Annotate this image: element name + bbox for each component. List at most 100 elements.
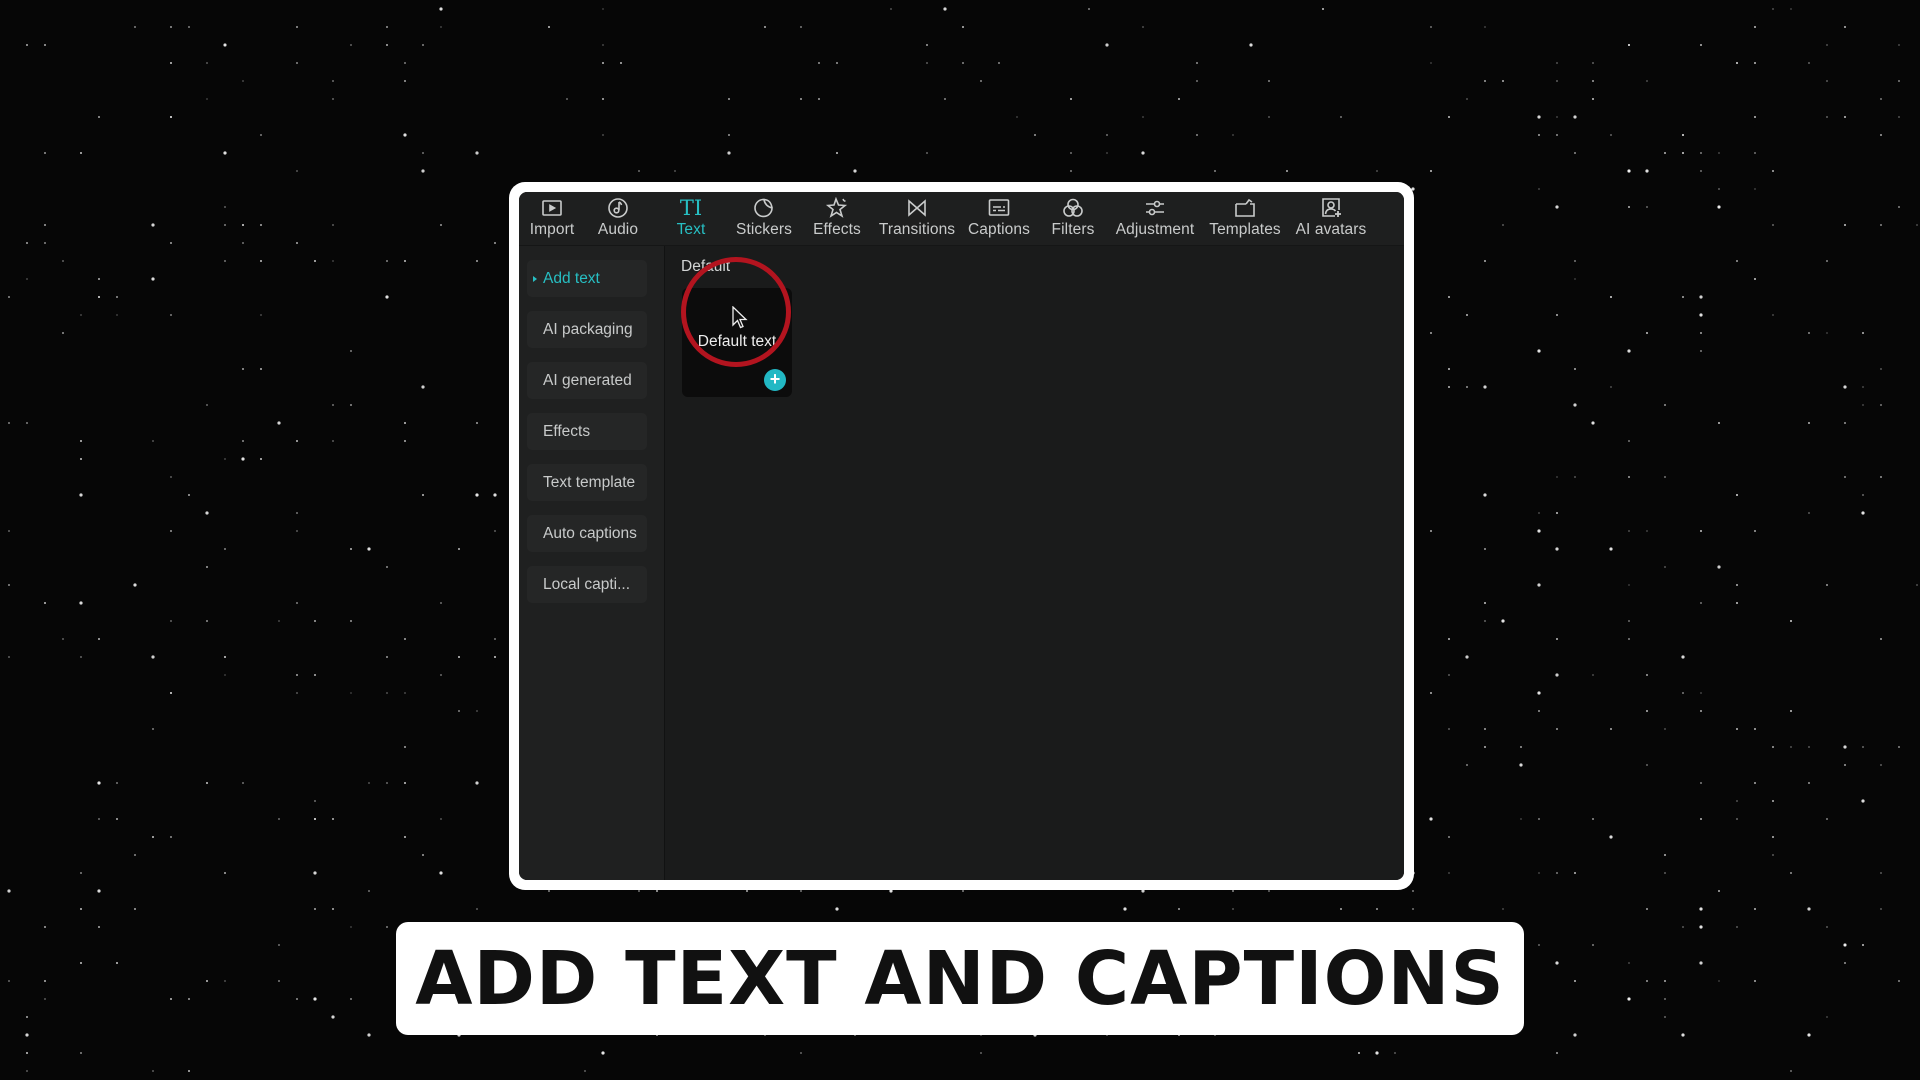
tab-transitions[interactable]: Transitions bbox=[873, 192, 961, 240]
star-dot bbox=[8, 980, 10, 982]
star-dot bbox=[1880, 476, 1882, 478]
app-window-frame: Import Audio TI Text Stickers Effects Tr… bbox=[509, 182, 1414, 890]
star-dot bbox=[80, 962, 82, 964]
star-dot bbox=[1556, 872, 1558, 874]
sidebar-item-local-captions[interactable]: Local capti... bbox=[527, 566, 647, 603]
sidebar-item-effects[interactable]: Effects bbox=[527, 413, 647, 450]
tab-captions[interactable]: Captions bbox=[961, 192, 1037, 240]
star-dot bbox=[1628, 476, 1630, 478]
star-dot bbox=[44, 44, 46, 46]
star-dot bbox=[475, 781, 479, 785]
star-dot bbox=[1772, 170, 1774, 172]
star-dot bbox=[1627, 997, 1631, 1001]
star-dot bbox=[8, 530, 10, 532]
star-dot bbox=[79, 493, 83, 497]
star-dot bbox=[25, 1033, 29, 1037]
text-category-sidebar: Add text AI packaging AI generated Effec… bbox=[519, 246, 665, 880]
star-dot bbox=[1826, 116, 1828, 118]
star-dot bbox=[1754, 728, 1756, 730]
star-dot bbox=[313, 997, 317, 1001]
star-dot bbox=[638, 890, 640, 892]
star-dot bbox=[1880, 908, 1882, 910]
star-dot bbox=[1736, 494, 1738, 496]
star-dot bbox=[494, 242, 496, 244]
star-dot bbox=[1484, 746, 1486, 748]
sidebar-item-ai-generated[interactable]: AI generated bbox=[527, 362, 647, 399]
star-dot bbox=[242, 242, 244, 244]
star-dot bbox=[1772, 746, 1774, 748]
star-dot bbox=[1898, 44, 1900, 46]
star-dot bbox=[206, 620, 208, 622]
star-dot bbox=[439, 871, 443, 875]
star-dot bbox=[1448, 728, 1450, 730]
tab-stickers[interactable]: Stickers bbox=[727, 192, 801, 240]
star-dot bbox=[1880, 404, 1882, 406]
star-dot bbox=[1718, 422, 1720, 424]
star-dot bbox=[98, 116, 100, 118]
tab-effects[interactable]: Effects bbox=[801, 192, 873, 240]
star-dot bbox=[1592, 674, 1594, 676]
star-dot bbox=[566, 98, 568, 100]
star-dot bbox=[8, 584, 10, 586]
star-dot bbox=[1466, 386, 1468, 388]
star-dot bbox=[1556, 476, 1558, 478]
star-dot bbox=[1610, 386, 1612, 388]
star-dot bbox=[1700, 782, 1702, 784]
star-dot bbox=[602, 62, 604, 64]
tab-audio[interactable]: Audio bbox=[581, 192, 655, 240]
star-dot bbox=[152, 1070, 154, 1072]
star-dot bbox=[1700, 152, 1702, 154]
star-dot bbox=[188, 1070, 190, 1072]
star-dot bbox=[1556, 512, 1558, 514]
star-dot bbox=[1807, 1033, 1811, 1037]
templates-icon bbox=[1235, 198, 1255, 217]
star-dot bbox=[224, 872, 226, 874]
active-indicator-icon bbox=[533, 276, 537, 282]
tab-import[interactable]: Import bbox=[523, 192, 581, 240]
star-dot bbox=[494, 638, 496, 640]
tab-filters[interactable]: Filters bbox=[1037, 192, 1109, 240]
star-dot bbox=[224, 224, 226, 226]
star-dot bbox=[62, 332, 64, 334]
star-dot bbox=[1538, 818, 1540, 820]
star-dot bbox=[1754, 188, 1756, 190]
star-dot bbox=[1664, 476, 1666, 478]
star-dot bbox=[26, 1052, 28, 1054]
star-dot bbox=[1700, 692, 1702, 694]
star-dot bbox=[260, 368, 262, 370]
star-dot bbox=[1537, 583, 1541, 587]
star-dot bbox=[1502, 80, 1504, 82]
tab-adjustment[interactable]: Adjustment bbox=[1109, 192, 1201, 240]
star-dot bbox=[1826, 80, 1828, 82]
tab-ai-avatars[interactable]: AI avatars bbox=[1289, 192, 1373, 240]
star-dot bbox=[350, 44, 352, 46]
plus-icon[interactable]: + bbox=[764, 369, 786, 391]
star-dot bbox=[404, 836, 406, 838]
tab-templates[interactable]: Templates bbox=[1201, 192, 1289, 240]
star-dot bbox=[1880, 368, 1882, 370]
default-text-card[interactable]: Default text + bbox=[682, 288, 792, 397]
star-dot bbox=[674, 170, 676, 172]
star-dot bbox=[206, 980, 208, 982]
star-dot bbox=[1808, 422, 1810, 424]
star-dot bbox=[1196, 62, 1198, 64]
star-dot bbox=[476, 710, 478, 712]
sidebar-item-ai-packaging[interactable]: AI packaging bbox=[527, 311, 647, 348]
star-dot bbox=[224, 674, 226, 676]
star-dot bbox=[1448, 116, 1450, 118]
sidebar-item-text-template[interactable]: Text template bbox=[527, 464, 647, 501]
star-dot bbox=[944, 98, 946, 100]
star-dot bbox=[1862, 944, 1864, 946]
star-dot bbox=[1573, 403, 1577, 407]
tab-text[interactable]: TI Text bbox=[655, 192, 727, 240]
sidebar-item-add-text[interactable]: Add text bbox=[527, 260, 647, 297]
star-dot bbox=[152, 440, 154, 442]
star-dot bbox=[206, 62, 208, 64]
star-dot bbox=[421, 385, 425, 389]
star-dot bbox=[602, 8, 604, 10]
sidebar-item-auto-captions[interactable]: Auto captions bbox=[527, 515, 647, 552]
star-dot bbox=[422, 854, 424, 856]
star-dot bbox=[26, 1070, 28, 1072]
star-dot bbox=[1700, 530, 1702, 532]
star-dot bbox=[170, 116, 172, 118]
